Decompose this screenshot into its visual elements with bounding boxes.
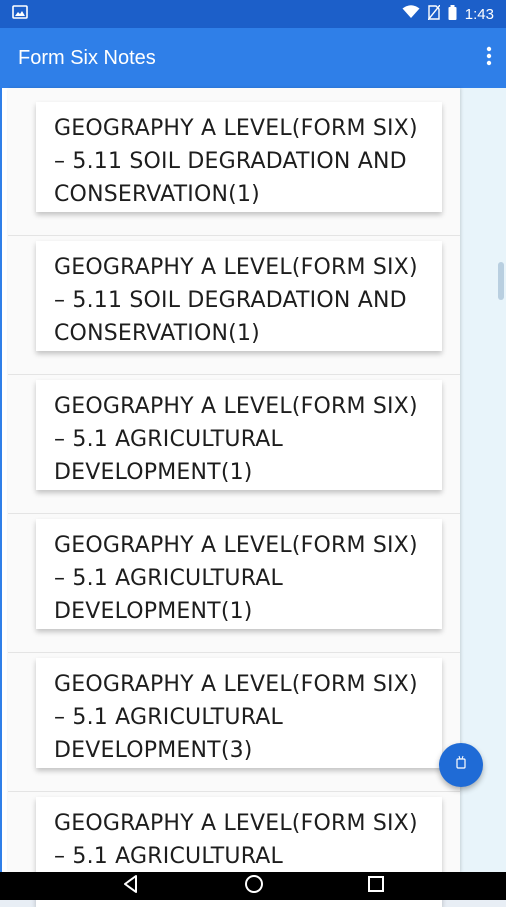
- status-time: 1:43: [464, 5, 494, 23]
- back-icon[interactable]: [121, 874, 141, 899]
- divider: [8, 652, 460, 653]
- android-icon: [455, 755, 467, 776]
- note-card[interactable]: GEOGRAPHY A LEVEL(FORM SIX) – 5.11 SOIL …: [36, 241, 442, 351]
- no-sim-icon: [427, 4, 441, 24]
- home-icon[interactable]: [244, 874, 264, 899]
- note-title: GEOGRAPHY A LEVEL(FORM SIX) – 5.11 SOIL …: [54, 255, 418, 346]
- navigation-bar: [0, 872, 506, 900]
- note-title: GEOGRAPHY A LEVEL(FORM SIX) – 5.11 SOIL …: [54, 116, 418, 207]
- floating-action-button[interactable]: [439, 743, 483, 787]
- note-card[interactable]: GEOGRAPHY A LEVEL(FORM SIX) – 5.1 AGRICU…: [36, 519, 442, 629]
- app-bar: Form Six Notes: [0, 28, 506, 88]
- wifi-icon: [402, 5, 420, 23]
- note-title: GEOGRAPHY A LEVEL(FORM SIX) – 5.1 AGRICU…: [54, 394, 418, 485]
- more-vert-icon[interactable]: [486, 46, 492, 71]
- status-bar: 1:43: [0, 0, 506, 28]
- note-card[interactable]: GEOGRAPHY A LEVEL(FORM SIX) – 5.1 AGRICU…: [36, 658, 442, 768]
- note-card[interactable]: GEOGRAPHY A LEVEL(FORM SIX) – 5.11 SOIL …: [36, 102, 442, 212]
- divider: [8, 235, 460, 236]
- image-icon: [12, 5, 28, 23]
- divider: [8, 513, 460, 514]
- recents-icon[interactable]: [367, 875, 385, 898]
- note-title: GEOGRAPHY A LEVEL(FORM SIX) – 5.1 AGRICU…: [54, 533, 418, 624]
- note-title: GEOGRAPHY A LEVEL(FORM SIX) – 5.1 AGRICU…: [54, 672, 418, 763]
- status-icons: 1:43: [402, 4, 494, 24]
- battery-icon: [448, 4, 457, 24]
- divider: [8, 374, 460, 375]
- note-card[interactable]: GEOGRAPHY A LEVEL(FORM SIX) – 5.1 AGRICU…: [36, 380, 442, 490]
- scrollbar[interactable]: [498, 262, 504, 300]
- divider: [8, 791, 460, 792]
- note-title: GEOGRAPHY A LEVEL(FORM SIX) – 5.1 AGRICU…: [54, 811, 418, 869]
- app-title: Form Six Notes: [18, 46, 156, 69]
